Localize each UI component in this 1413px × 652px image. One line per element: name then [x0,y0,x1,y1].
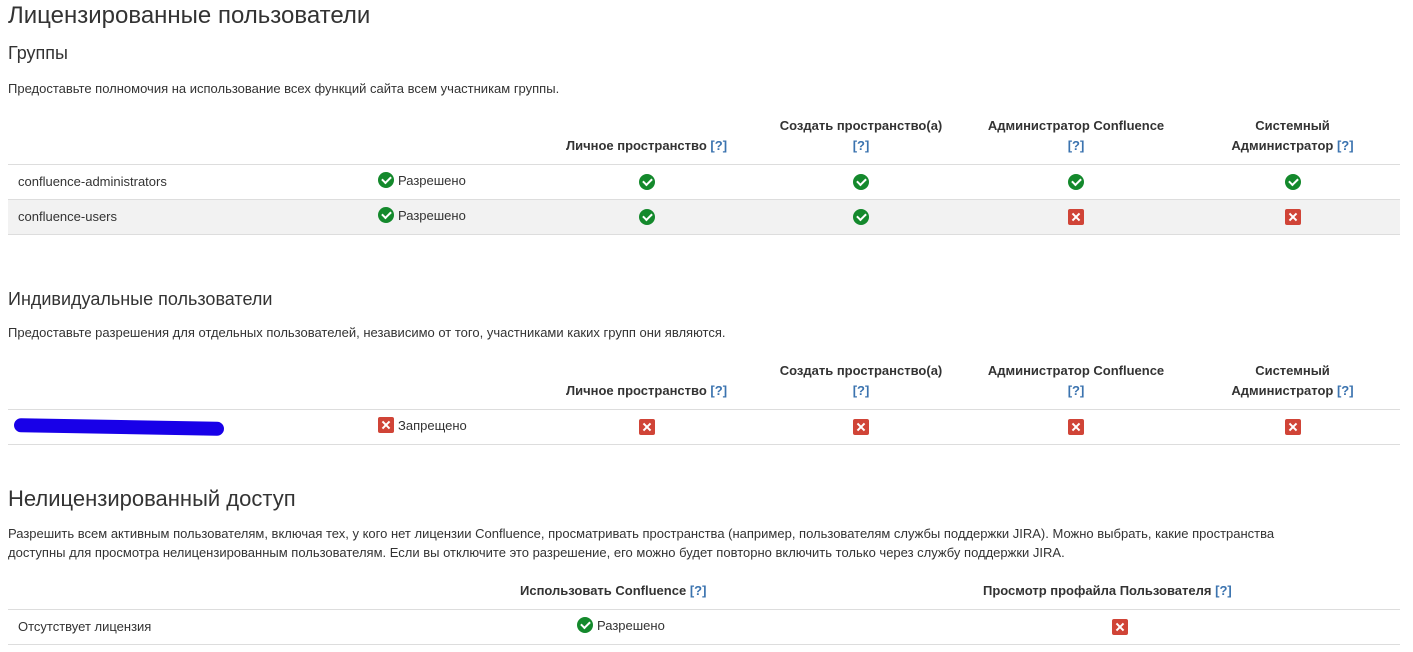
perm-create-space [755,199,967,235]
header-name [8,353,378,410]
perm-personal-space [538,409,755,445]
status-text: Разрешено [398,207,466,223]
help-link[interactable]: [?] [853,383,870,398]
allowed-icon [853,173,869,190]
perm-create-space [755,164,967,200]
individual-description: Предоставьте разрешения для отдельных по… [8,325,726,340]
header-system-admin: Системный Администратор [?] [1185,353,1400,410]
header-status [378,108,538,165]
allowed-icon [378,172,394,188]
header-name [8,108,378,165]
page-title: Лицензированные пользователи [8,2,371,29]
help-link[interactable]: [?] [1337,138,1354,153]
perm-create-space [755,409,967,445]
allowed-icon [1068,173,1084,190]
help-link[interactable]: [?] [1068,383,1085,398]
denied-icon [1068,208,1084,225]
denied-icon [853,418,869,435]
unlicensed-heading: Нелицензированный доступ [8,486,296,511]
header-confluence-admin: Администратор Confluence [?] [967,353,1185,410]
help-link[interactable]: [?] [853,138,870,153]
groups-description: Предоставьте полномочия на использование… [8,81,560,96]
perm-view-profile [840,609,1400,645]
status-cell: Запрещено [378,409,538,445]
denied-icon [1112,618,1128,635]
redacted-username [13,418,225,437]
header-view-profile: Просмотр профайла Пользователя [?] [840,575,1400,610]
table-row: Запрещено [8,409,1400,445]
table-row: confluence-users Разрешено [8,199,1400,235]
perm-confluence-admin [967,409,1185,445]
allowed-icon [378,207,394,223]
help-link[interactable]: [?] [710,383,727,398]
allowed-icon [638,208,655,225]
status-text: Разрешено [398,172,466,188]
header-personal-space: Личное пространство [?] [538,353,755,410]
allowed-icon [1284,173,1301,190]
status-text: Разрешено [597,617,665,633]
perm-confluence-admin [967,164,1185,200]
denied-icon [1284,208,1301,225]
help-link[interactable]: [?] [1068,138,1085,153]
groups-table: Личное пространство [?] Создать простран… [8,108,1400,235]
help-link[interactable]: [?] [690,583,707,598]
groups-heading: Группы [8,43,68,63]
denied-icon [378,417,394,433]
perm-personal-space [538,199,755,235]
user-name [8,409,378,445]
denied-icon [1284,418,1301,435]
unlicensed-description-1: Разрешить всем активным пользователям, в… [8,526,1275,541]
unlicensed-table: Использовать Confluence [?] Просмотр про… [8,575,1400,645]
allowed-icon [638,173,655,190]
header-system-admin: Системный Администратор [?] [1185,108,1400,165]
header-personal-space: Личное пространство [?] [538,108,755,165]
perm-confluence-admin [967,199,1185,235]
header-name [8,575,408,610]
header-status [378,353,538,410]
perm-system-admin [1185,409,1400,445]
allowed-icon [853,208,869,225]
header-confluence-admin: Администратор Confluence [?] [967,108,1185,165]
unlicensed-description-2: доступны для просмотра нелицензированным… [8,545,1065,560]
group-name: confluence-users [8,199,378,235]
help-link[interactable]: [?] [1337,383,1354,398]
individual-table: Личное пространство [?] Создать простран… [8,353,1400,445]
perm-personal-space [538,164,755,200]
help-link[interactable]: [?] [1215,583,1232,598]
perm-system-admin [1185,199,1400,235]
help-link[interactable]: [?] [710,138,727,153]
allowed-icon [577,617,593,633]
group-name: confluence-administrators [8,164,378,200]
header-create-space: Создать пространство(а) [?] [755,108,967,165]
header-create-space: Создать пространство(а) [?] [755,353,967,410]
table-row: confluence-administrators Разрешено [8,164,1400,200]
denied-icon [1068,418,1084,435]
table-row: Отсутствует лицензия Разрешено [8,609,1400,645]
header-use-confluence: Использовать Confluence [?] [408,575,840,610]
status-cell: Разрешено [378,199,538,235]
individual-heading: Индивидуальные пользователи [8,289,273,309]
license-name: Отсутствует лицензия [8,609,408,645]
status-cell: Разрешено [378,164,538,200]
denied-icon [638,418,655,435]
perm-system-admin [1185,164,1400,200]
status-cell: Разрешено [408,609,840,645]
status-text: Запрещено [398,417,467,433]
